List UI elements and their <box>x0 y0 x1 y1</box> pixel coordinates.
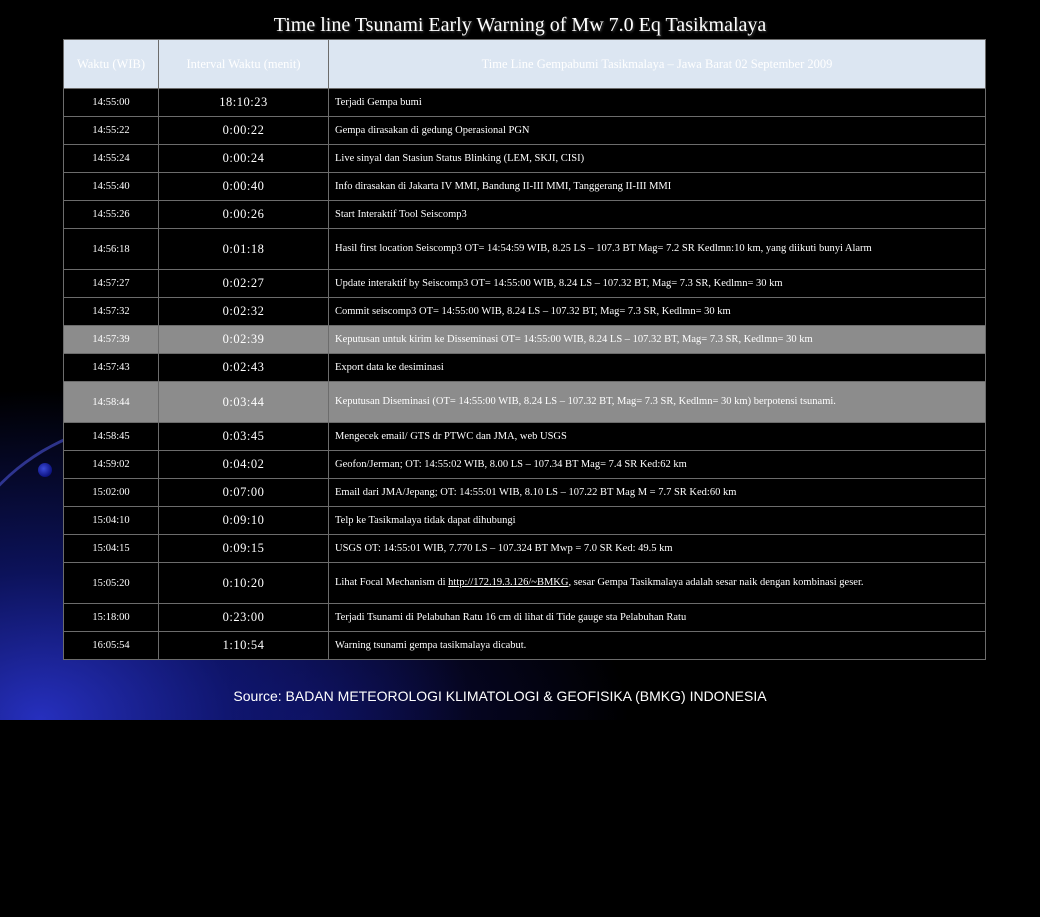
cell-interval: 0:04:02 <box>158 450 329 479</box>
table-row: 15:05:20 0:10:20 Lihat Focal Mechanism d… <box>63 562 986 604</box>
cell-time: 14:55:40 <box>63 172 159 201</box>
table-row: 15:04:15 0:09:15 USGS OT: 14:55:01 WIB, … <box>63 534 986 563</box>
event-text: , sesar Gempa Tasikmalaya adalah sesar n… <box>568 577 864 588</box>
event-text: Lihat Focal Mechanism di <box>335 577 449 588</box>
cell-event: Hasil first location Seiscomp3 OT= 14:54… <box>328 228 986 270</box>
cell-time: 14:55:26 <box>63 200 159 229</box>
header-event: Time Line Gempabumi Tasikmalaya – Jawa B… <box>328 39 986 89</box>
cell-interval: 0:03:45 <box>158 422 329 451</box>
cell-time: 14:55:24 <box>63 144 159 173</box>
cell-event: Gempa dirasakan di gedung Operasional PG… <box>328 116 986 145</box>
table-row: 14:57:32 0:02:32 Commit seiscomp3 OT= 14… <box>63 297 986 326</box>
table-row-highlighted: 14:58:44 0:03:44 Keputusan Diseminasi (O… <box>63 381 986 423</box>
cell-event: Info dirasakan di Jakarta IV MMI, Bandun… <box>328 172 986 201</box>
table-row: 15:18:00 0:23:00 Terjadi Tsunami di Pela… <box>63 603 986 632</box>
cell-interval: 0:00:22 <box>158 116 329 145</box>
cell-interval: 0:02:43 <box>158 353 329 382</box>
cell-interval: 0:00:24 <box>158 144 329 173</box>
table-row-highlighted: 14:57:39 0:02:39 Keputusan untuk kirim k… <box>63 325 986 354</box>
table-header-row: Waktu (WIB) Interval Waktu (menit) Time … <box>63 39 986 89</box>
cell-event: Warning tsunami gempa tasikmalaya dicabu… <box>328 631 986 660</box>
cell-time: 14:59:02 <box>63 450 159 479</box>
cell-interval: 0:02:27 <box>158 269 329 298</box>
cell-event: Live sinyal dan Stasiun Status Blinking … <box>328 144 986 173</box>
timeline-table: Waktu (WIB) Interval Waktu (menit) Time … <box>63 39 986 660</box>
table-row: 14:57:27 0:02:27 Update interaktif by Se… <box>63 269 986 298</box>
cell-interval: 0:09:10 <box>158 506 329 535</box>
cell-time: 14:55:00 <box>63 88 159 117</box>
page-title: Time line Tsunami Early Warning of Mw 7.… <box>273 14 767 36</box>
cell-time: 15:04:15 <box>63 534 159 563</box>
cell-event: USGS OT: 14:55:01 WIB, 7.770 LS – 107.32… <box>328 534 986 563</box>
cell-time: 14:56:18 <box>63 228 159 270</box>
table-row: 14:59:02 0:04:02 Geofon/Jerman; OT: 14:5… <box>63 450 986 479</box>
cell-event: Keputusan Diseminasi (OT= 14:55:00 WIB, … <box>328 381 986 423</box>
cell-event: Terjadi Tsunami di Pelabuhan Ratu 16 cm … <box>328 603 986 632</box>
table-row: 14:57:43 0:02:43 Export data ke desimina… <box>63 353 986 382</box>
source-caption: Source: BADAN METEOROLOGI KLIMATOLOGI & … <box>233 688 767 704</box>
cell-interval: 0:02:39 <box>158 325 329 354</box>
cell-interval: 0:09:15 <box>158 534 329 563</box>
cell-interval: 0:10:20 <box>158 562 329 604</box>
table-row: 14:56:18 0:01:18 Hasil first location Se… <box>63 228 986 270</box>
header-interval: Interval Waktu (menit) <box>158 39 329 89</box>
cell-interval: 0:23:00 <box>158 603 329 632</box>
cell-interval: 0:07:00 <box>158 478 329 507</box>
cell-event: Update interaktif by Seiscomp3 OT= 14:55… <box>328 269 986 298</box>
cell-interval: 0:00:26 <box>158 200 329 229</box>
cell-time: 14:58:45 <box>63 422 159 451</box>
table-row: 16:05:54 1:10:54 Warning tsunami gempa t… <box>63 631 986 660</box>
header-time: Waktu (WIB) <box>63 39 159 89</box>
table-row: 14:58:45 0:03:45 Mengecek email/ GTS dr … <box>63 422 986 451</box>
cell-interval: 18:10:23 <box>158 88 329 117</box>
cell-time: 15:05:20 <box>63 562 159 604</box>
cell-time: 14:55:22 <box>63 116 159 145</box>
cell-time: 14:58:44 <box>63 381 159 423</box>
cell-event: Telp ke Tasikmalaya tidak dapat dihubung… <box>328 506 986 535</box>
cell-event: Lihat Focal Mechanism di http://172.19.3… <box>328 562 986 604</box>
cell-interval: 0:03:44 <box>158 381 329 423</box>
table-row: 14:55:22 0:00:22 Gempa dirasakan di gedu… <box>63 116 986 145</box>
table-row: 14:55:40 0:00:40 Info dirasakan di Jakar… <box>63 172 986 201</box>
cell-event: Geofon/Jerman; OT: 14:55:02 WIB, 8.00 LS… <box>328 450 986 479</box>
table-row: 15:02:00 0:07:00 Email dari JMA/Jepang; … <box>63 478 986 507</box>
table-row: 15:04:10 0:09:10 Telp ke Tasikmalaya tid… <box>63 506 986 535</box>
table-row: 14:55:24 0:00:24 Live sinyal dan Stasiun… <box>63 144 986 173</box>
cell-time: 14:57:27 <box>63 269 159 298</box>
cell-time: 15:04:10 <box>63 506 159 535</box>
cell-interval: 0:02:32 <box>158 297 329 326</box>
cell-time: 15:18:00 <box>63 603 159 632</box>
cell-interval: 0:01:18 <box>158 228 329 270</box>
cell-interval: 0:00:40 <box>158 172 329 201</box>
cell-event: Mengecek email/ GTS dr PTWC dan JMA, web… <box>328 422 986 451</box>
cell-event: Email dari JMA/Jepang; OT: 14:55:01 WIB,… <box>328 478 986 507</box>
cell-time: 14:57:32 <box>63 297 159 326</box>
cell-time: 14:57:39 <box>63 325 159 354</box>
cell-event: Terjadi Gempa bumi <box>328 88 986 117</box>
cell-event: Commit seiscomp3 OT= 14:55:00 WIB, 8.24 … <box>328 297 986 326</box>
cell-event: Start Interaktif Tool Seiscomp3 <box>328 200 986 229</box>
table-row: 14:55:00 18:10:23 Terjadi Gempa bumi <box>63 88 986 117</box>
cell-time: 15:02:00 <box>63 478 159 507</box>
cell-time: 16:05:54 <box>63 631 159 660</box>
cell-time: 14:57:43 <box>63 353 159 382</box>
table-row: 14:55:26 0:00:26 Start Interaktif Tool S… <box>63 200 986 229</box>
focal-mechanism-link[interactable]: http://172.19.3.126/~BMKG <box>448 577 568 588</box>
decorative-dot <box>38 463 52 477</box>
cell-event: Export data ke desiminasi <box>328 353 986 382</box>
cell-interval: 1:10:54 <box>158 631 329 660</box>
cell-event: Keputusan untuk kirim ke Disseminasi OT=… <box>328 325 986 354</box>
